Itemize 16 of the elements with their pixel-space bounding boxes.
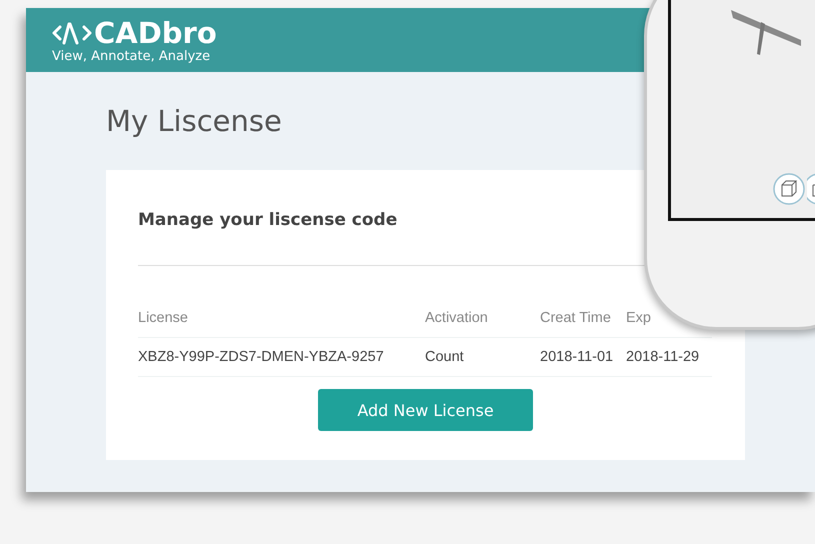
add-license-button[interactable]: Add New License [318,389,533,431]
column-header: License [138,310,189,326]
view-cube-icon[interactable] [773,173,805,205]
tagline: View, Annotate, Analyze [52,48,212,64]
table-cell-text: XBZ8-Y99P-ZDS7-DMEN-YBZA-9257 [138,349,385,365]
table-cell-text: Count [425,349,465,365]
column-header: Activation [425,310,489,326]
table-cell-text: 2018-11-01 [540,349,614,365]
model-drawing [731,10,801,56]
column-header: Exp [626,310,652,326]
page-title: My Liscense [106,103,283,140]
logo-icon [52,20,92,46]
table-cell-text: 2018-11-29 [626,349,700,365]
card-heading: Manage your liscense code [138,209,398,232]
logo-text: CADbro [94,16,217,48]
column-header: Creat Time [540,310,612,326]
